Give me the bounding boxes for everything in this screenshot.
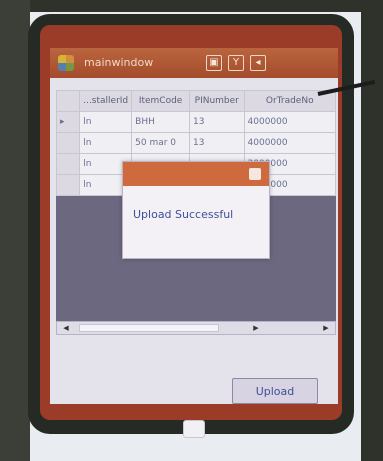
scrollbar-thumb[interactable]	[79, 324, 219, 332]
column-header[interactable]: ItemCode	[131, 90, 191, 112]
device-screen: mainwindow ▣ Y ◂ ...stallerId ItemCode P…	[50, 48, 338, 404]
row-selector[interactable]: ▸	[55, 111, 81, 133]
keyboard-icon[interactable]	[183, 420, 205, 438]
dialog-title-bar	[123, 162, 269, 186]
upload-button[interactable]: Upload	[232, 378, 318, 404]
windows-flag-icon[interactable]	[58, 55, 74, 71]
dialog-message: Upload Successful	[133, 208, 234, 221]
volume-icon[interactable]: ◂	[250, 55, 266, 71]
connectivity-icon[interactable]: ▣	[206, 55, 222, 71]
horizontal-scrollbar[interactable]: ◀ ▶ ▶	[56, 321, 336, 335]
scroll-left-icon[interactable]: ◀	[59, 323, 73, 333]
table-row[interactable]: ▸ ln BHH 13 4000000	[55, 111, 337, 133]
row-selector[interactable]	[55, 132, 81, 154]
grid-cell[interactable]: 4000000	[243, 111, 337, 133]
photo-background-top	[0, 0, 383, 12]
grid-cell[interactable]: 13	[189, 132, 245, 154]
row-selector[interactable]	[55, 174, 81, 196]
grid-cell[interactable]: BHH	[131, 111, 191, 133]
column-header[interactable]: ...stallerId	[79, 90, 133, 112]
row-selector[interactable]	[55, 153, 81, 175]
scroll-right-end-icon[interactable]: ▶	[319, 323, 333, 333]
grid-cell[interactable]: 13	[189, 111, 245, 133]
scroll-right-icon[interactable]: ▶	[249, 323, 263, 333]
upload-result-dialog: Upload Successful	[122, 161, 270, 259]
grid-header-row: ...stallerId ItemCode PINumber OrTradeNo	[55, 90, 337, 112]
ok-icon[interactable]	[249, 168, 261, 180]
table-row[interactable]: ln 50 mar 0 13 4000000	[55, 132, 337, 154]
photo-background-left	[0, 0, 30, 461]
grid-cell[interactable]: 50 mar 0	[131, 132, 191, 154]
window-title: mainwindow	[84, 56, 154, 69]
column-header[interactable]: PINumber	[189, 90, 245, 112]
grid-corner	[55, 90, 81, 112]
title-bar: mainwindow ▣ Y ◂	[50, 48, 338, 78]
grid-cell[interactable]: ln	[79, 111, 133, 133]
grid-cell[interactable]: ln	[79, 132, 133, 154]
photo-background-right	[361, 0, 383, 461]
grid-cell[interactable]: 4000000	[243, 132, 337, 154]
signal-icon[interactable]: Y	[228, 55, 244, 71]
